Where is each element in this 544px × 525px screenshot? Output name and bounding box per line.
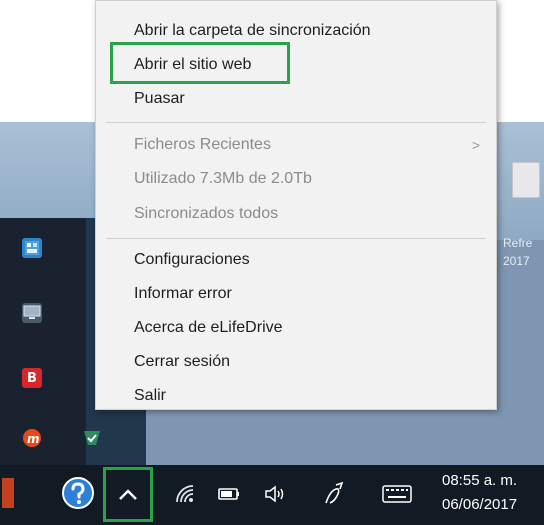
menu-separator	[106, 238, 486, 239]
menu-item-label: Utilizado 7.3Mb de 2.0Tb	[134, 170, 312, 187]
touch-keyboard-icon[interactable]	[381, 483, 413, 505]
desktop-file-label-line1: Refre	[503, 236, 533, 250]
desktop-file-label-line2: 2017	[503, 254, 530, 268]
clock-date[interactable]: 06/06/2017	[442, 496, 517, 513]
menu-item-report-error[interactable]: Informar error	[96, 278, 496, 310]
monitor-app-icon[interactable]	[22, 303, 42, 323]
help-icon[interactable]	[60, 475, 96, 511]
menu-item-storage-used: Utilizado 7.3Mb de 2.0Tb	[96, 163, 496, 195]
menu-item-label: Puasar	[134, 90, 185, 107]
svg-text:m: m	[27, 432, 40, 446]
menu-item-sync-status: Sincronizados todos	[96, 198, 496, 230]
office-app-icon[interactable]	[2, 478, 14, 508]
highlight-show-hidden-icons	[103, 467, 153, 522]
menu-item-label: Ficheros Recientes	[134, 136, 271, 153]
highlight-open-website	[110, 42, 290, 84]
menu-item-label: Abrir la carpeta de sincronización	[134, 22, 371, 39]
pen-ink-icon[interactable]	[320, 479, 348, 509]
menu-item-settings[interactable]: Configuraciones	[96, 244, 496, 276]
elifedrive-tray-icon[interactable]	[82, 428, 102, 448]
b-app-icon[interactable]: B	[22, 368, 42, 388]
menu-item-label: Cerrar sesión	[134, 353, 231, 370]
desktop-file-icon[interactable]	[512, 162, 540, 198]
menu-item-label: Configuraciones	[134, 251, 250, 268]
menu-item-exit[interactable]: Salir	[96, 380, 496, 412]
menu-item-about[interactable]: Acerca de eLifeDrive	[96, 312, 496, 344]
volume-icon[interactable]	[262, 481, 290, 507]
clock-time[interactable]: 08:55 a. m.	[442, 472, 517, 489]
menu-item-pause[interactable]: Puasar	[96, 83, 496, 115]
submenu-arrow-icon: >	[471, 137, 480, 153]
menu-item-label: Informar error	[134, 285, 232, 302]
menu-separator	[106, 122, 486, 123]
battery-icon[interactable]	[216, 483, 242, 505]
menu-item-recent-files: Ficheros Recientes >	[96, 129, 496, 161]
m-app-icon[interactable]: m	[22, 428, 42, 448]
app-tile-icon[interactable]	[22, 238, 42, 258]
wifi-icon[interactable]	[172, 481, 198, 507]
menu-item-label: Acerca de eLifeDrive	[134, 319, 283, 336]
b-app-letter: B	[27, 370, 37, 386]
taskbar: 08:55 a. m. 06/06/2017	[0, 465, 544, 525]
menu-item-label: Sincronizados todos	[134, 205, 279, 222]
menu-item-sign-out[interactable]: Cerrar sesión	[96, 346, 496, 378]
menu-item-label: Salir	[134, 387, 167, 404]
